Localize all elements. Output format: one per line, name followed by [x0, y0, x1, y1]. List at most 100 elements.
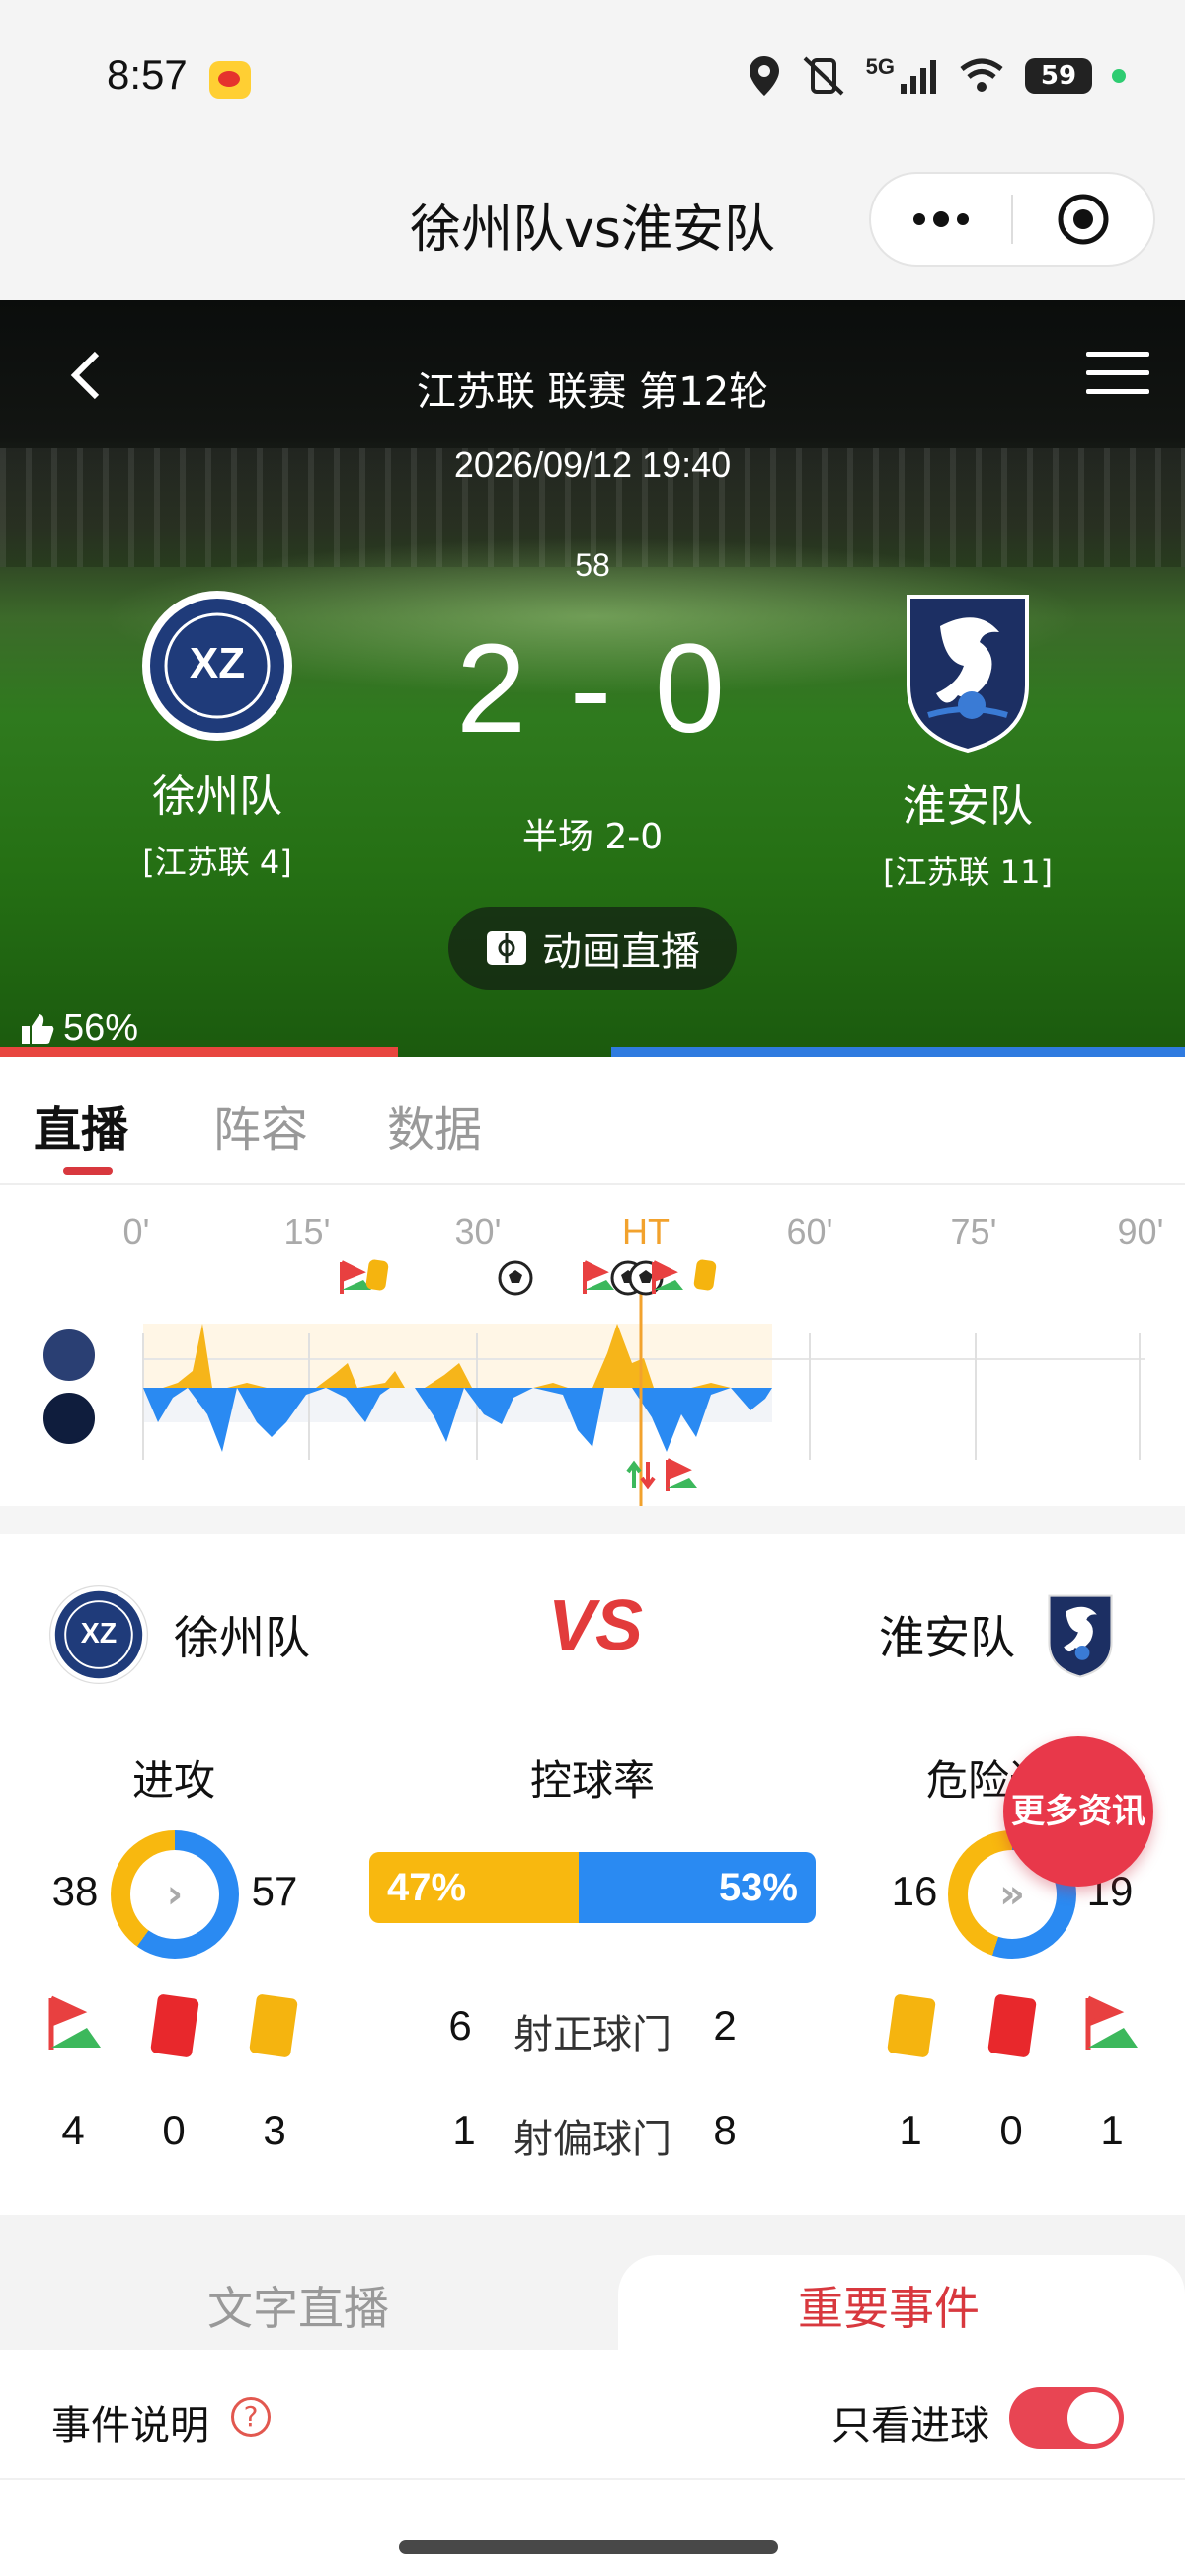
stats-home-crest-icon: XZ [48, 1584, 149, 1685]
battery-indicator: 59 [1025, 58, 1092, 94]
home-shots-off-value: 1 [452, 2107, 476, 2153]
close-miniprogram-button[interactable] [1013, 174, 1153, 265]
away-team-rank: [江苏联 11] [883, 853, 1053, 891]
event-tabs: 文字直播 重要事件 [0, 2215, 1185, 2350]
menu-line [1086, 352, 1149, 357]
away-shots-off-value: 8 [713, 2107, 737, 2153]
home-team-name: 徐州队 [152, 771, 282, 822]
match-datetime: 2026/09/12 19:40 [453, 444, 732, 485]
corner-flag-icon [666, 1458, 697, 1491]
toggle-knob [1067, 2392, 1119, 2444]
possession-bar: 47% 53% [369, 1852, 816, 1923]
vibrate-off-icon [803, 56, 844, 96]
stats-away-team-name: 淮安队 [879, 1611, 1015, 1664]
momentum-chart [142, 1294, 1146, 1506]
signal-icon [901, 60, 936, 94]
help-icon[interactable]: ? [231, 2397, 271, 2437]
tab-live[interactable]: 直播 [34, 1090, 128, 1160]
away-yellow-card-icon [887, 1993, 936, 2058]
attack-ring: › [111, 1830, 239, 1959]
only-goals-toggle[interactable] [1009, 2387, 1124, 2449]
more-dots-icon [913, 211, 969, 227]
miniprogram-capsule [869, 172, 1155, 267]
match-header: 江苏联 联赛 第12轮 2026/09/12 19:40 58 2 - 0 半场… [0, 300, 1185, 1057]
away-shots-on-value: 2 [713, 2002, 737, 2049]
status-icons: 5G 59 [748, 51, 1126, 101]
away-corners-value: 1 [1100, 2107, 1124, 2153]
away-red-value: 0 [999, 2107, 1023, 2153]
active-tab-indicator [63, 1167, 113, 1175]
match-timeline: 0' 15' 30' HT 60' 75' 90' [0, 1185, 1185, 1506]
away-team-name: 淮安队 [903, 781, 1033, 832]
vs-text: VS [548, 1586, 644, 1665]
attack-home-value: 38 [51, 1868, 99, 1914]
stats-home-crest-text: XZ [81, 1618, 118, 1650]
more-info-button[interactable]: 更多资讯 [1003, 1736, 1153, 1887]
league-round: 江苏联 联赛 第12轮 [416, 369, 769, 415]
possession-label: 控球率 [529, 1756, 656, 1805]
possession-home-value: 47% [387, 1866, 467, 1909]
home-shots-on-value: 6 [448, 2002, 472, 2049]
match-minute: 58 [575, 547, 610, 583]
away-team[interactable]: 淮安队 [江苏联 11] [820, 587, 1116, 893]
home-team-crest-icon: XZ [142, 591, 292, 741]
stats-away-crest-icon [1048, 1594, 1113, 1678]
title-bar: 徐州队vs淮安队 [0, 158, 1185, 300]
thumbs-up-icon [22, 1013, 54, 1044]
home-indicator[interactable] [399, 2540, 778, 2554]
home-team[interactable]: XZ 徐州队 [江苏联 4] [69, 587, 365, 883]
support-bar [0, 1047, 1185, 1057]
substitution-icon [626, 1460, 656, 1489]
home-red-card-icon [150, 1993, 199, 2058]
status-bar: 8:57 5G 59 [0, 0, 1185, 158]
section-divider [0, 1506, 1185, 1534]
attack-label: 进攻 [131, 1756, 216, 1805]
match-tabs: 直播 阵容 数据 [0, 1057, 1185, 1185]
home-yellow-card-icon [249, 1993, 298, 2058]
shots-on-target-label: 射正球门 [514, 2012, 672, 2057]
location-icon [749, 56, 779, 96]
yellow-card-icon [365, 1258, 389, 1292]
match-stats: XZ 徐州队 VS 淮安队 进攻 38 › 57 控球率 47% 53% 危险进… [0, 1534, 1185, 2215]
wifi-icon [960, 58, 1003, 92]
support-vote[interactable]: 56% [20, 1007, 138, 1050]
support-bar-away [611, 1047, 1185, 1057]
away-corner-icon [1085, 1995, 1138, 2050]
network-type: 5G [865, 54, 895, 79]
event-filter-row: 事件说明 ? 只看进球 [0, 2350, 1185, 2480]
home-corners-value: 4 [61, 2107, 85, 2153]
home-yellow-value: 3 [263, 2107, 286, 2153]
tab-lineup[interactable]: 阵容 [213, 1090, 308, 1160]
corner-flag-icon [652, 1260, 683, 1294]
event-description-label: 事件说明 [51, 2403, 209, 2449]
stats-home-team[interactable]: XZ 徐州队 [47, 1583, 310, 1686]
shots-off-target-label: 射偏球门 [514, 2117, 672, 2162]
more-options-button[interactable] [871, 174, 1011, 265]
attack-ring-center: › [130, 1850, 219, 1939]
away-yellow-value: 1 [899, 2107, 922, 2153]
animation-live-button[interactable]: 动画直播 [448, 907, 737, 990]
tab-text-live[interactable]: 文字直播 [207, 2273, 389, 2338]
tab-key-events[interactable]: 重要事件 [798, 2273, 980, 2338]
privacy-indicator-dot [1112, 69, 1126, 83]
weibo-notification-icon [209, 61, 251, 99]
possession-away-value: 53% [718, 1866, 798, 1909]
attack-away-value: 57 [251, 1868, 298, 1914]
home-crest-text: XZ [190, 639, 245, 687]
only-goals-label: 只看进球 [831, 2403, 989, 2449]
vs-logo: VS [548, 1585, 643, 1666]
home-team-rank: [江苏联 4] [142, 844, 292, 881]
home-red-value: 0 [162, 2107, 186, 2153]
home-support-percent: 56% [63, 1007, 139, 1049]
home-corner-icon [48, 1995, 101, 2050]
stats-away-team[interactable]: 淮安队 [879, 1583, 1122, 1686]
goal-ball-icon [498, 1260, 533, 1296]
support-bar-home [0, 1047, 399, 1057]
match-page: 8:57 5G 59 徐州队vs淮安队 江苏联 联赛 第12轮 2026/09/… [0, 0, 1185, 2576]
tab-data[interactable]: 数据 [387, 1090, 482, 1160]
animation-live-label: 动画直播 [542, 929, 700, 975]
status-time: 8:57 [107, 51, 188, 98]
target-close-icon [1058, 194, 1109, 245]
away-team-crest-icon [907, 595, 1029, 754]
danger-home-value: 16 [891, 1868, 938, 1914]
